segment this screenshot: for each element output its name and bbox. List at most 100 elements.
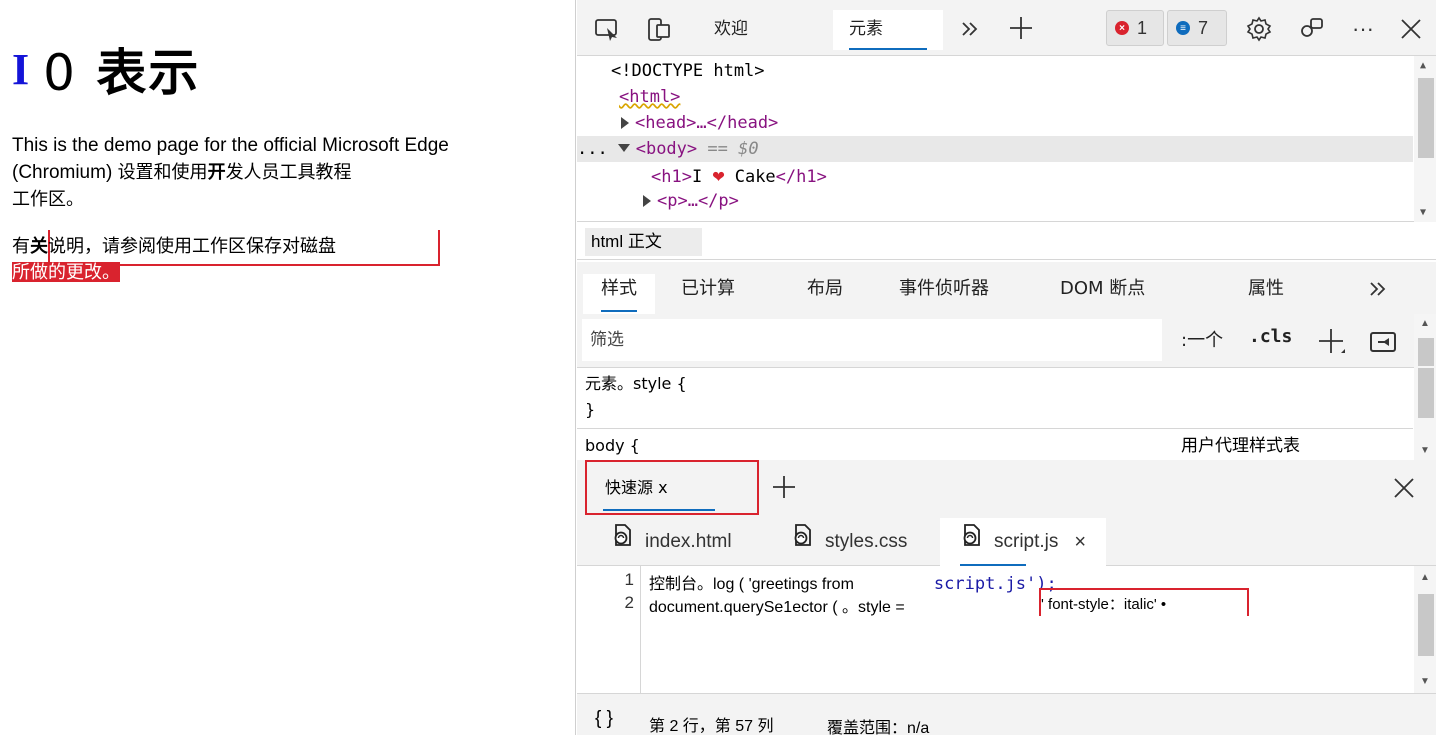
close-devtools-icon[interactable] — [1395, 13, 1427, 45]
add-drawer-tab-icon[interactable] — [769, 472, 799, 502]
dom-h1[interactable]: <h1>I ❤ Cake</h1> — [651, 162, 1436, 188]
rule-close-brace: } — [585, 400, 596, 419]
errors-badge[interactable]: × 1 — [1106, 10, 1164, 46]
coverage-status: 覆盖范围：n/a — [827, 720, 930, 735]
collapse-icon[interactable] — [617, 144, 630, 152]
tab-properties[interactable]: 属性 — [1248, 274, 1284, 314]
heading-zero: 0 — [43, 44, 77, 102]
tab-elements[interactable]: 元素 — [833, 10, 943, 50]
expand-icon[interactable] — [643, 195, 651, 207]
body-rule[interactable]: body { — [585, 434, 640, 458]
code-line-1[interactable]: 控制台。log ( 'greetings from script.js'); — [649, 570, 1057, 594]
devtools-toolbar: 欢迎 元素 × 1 ≡ 7 ··· — [577, 0, 1436, 56]
hover-state-button[interactable]: :一个 — [1181, 326, 1223, 352]
styles-scrollbar[interactable]: ▲ — [1414, 314, 1436, 368]
more-tabs-icon[interactable] — [1365, 276, 1391, 302]
file-tab-script[interactable]: script.js × — [940, 518, 1107, 566]
file-tab-index[interactable]: index.html — [603, 518, 740, 566]
cls-button[interactable]: .cls — [1249, 326, 1292, 347]
file-sync-icon — [791, 519, 815, 565]
file-name: script.js — [994, 531, 1059, 552]
tab-computed[interactable]: 已计算 — [681, 274, 735, 314]
code-line-2[interactable]: document.querySe1ector ( 。style = ' font-… — [649, 593, 1166, 617]
note-highlight: 所做的更改。 — [12, 262, 120, 282]
breadcrumb-item[interactable]: html 正文 — [585, 228, 702, 256]
file-sync-icon — [611, 519, 635, 565]
new-rule-icon[interactable] — [1315, 326, 1349, 358]
status-bar: { } 第 2 行，第 57 列 覆盖范围：n/a — [577, 693, 1436, 735]
tab-event-listeners[interactable]: 事件侦听器 — [899, 274, 989, 314]
code-text: 控制台。log ( 'greetings from — [649, 576, 854, 593]
heading-rest: 表示 — [96, 44, 201, 102]
inspect-element-icon[interactable] — [591, 14, 623, 46]
more-tabs-icon[interactable] — [955, 14, 985, 44]
breadcrumb-body: 正文 — [627, 232, 662, 251]
annotation-box — [1039, 588, 1249, 616]
head-tag: <head>…</head> — [635, 113, 779, 133]
tab-dom-breakpoints[interactable]: DOM 断点 — [1060, 274, 1145, 314]
dom-tree: <!DOCTYPE html> <html> <head>…</head> ..… — [577, 56, 1436, 222]
file-tab-styles[interactable]: styles.css — [783, 518, 915, 566]
styles-scrollbar-lower[interactable]: ▼ — [1414, 368, 1436, 460]
code-scrollbar[interactable]: ▲ ▼ — [1414, 566, 1436, 693]
h1-close-tag: </h1> — [775, 167, 827, 187]
file-name: index.html — [645, 531, 732, 552]
close-file-icon[interactable]: × — [1074, 519, 1086, 565]
selected-marker: == $0 — [697, 139, 759, 159]
note-prefix: 有 — [12, 236, 30, 256]
tab-quick-source[interactable]: 快速源 x — [585, 460, 759, 515]
breadcrumb: html 正文 — [577, 222, 1436, 260]
more-options-icon[interactable]: ··· — [1347, 13, 1379, 45]
toggle-sidebar-icon[interactable] — [1367, 326, 1399, 358]
dom-body-selected[interactable]: ... <body> == $0 — [577, 136, 1413, 162]
feedback-icon[interactable] — [1295, 13, 1327, 45]
file-sync-icon — [960, 519, 984, 565]
intro-paragraph: This is the demo page for the official M… — [12, 133, 482, 213]
gear-icon[interactable] — [1243, 13, 1275, 45]
filter-input[interactable] — [582, 319, 1162, 361]
cursor-position: 第 2 行，第 57 列 — [649, 718, 774, 735]
messages-badge[interactable]: ≡ 7 — [1167, 10, 1227, 46]
h1-text-b: Cake — [724, 167, 776, 187]
p-tag: <p>…</p> — [657, 191, 739, 211]
device-emulation-icon[interactable] — [643, 14, 675, 46]
messages-count: 7 — [1198, 17, 1209, 38]
note-paragraph: 有关说明，请参阅使用工作区保存对磁盘所做的更改。 — [12, 233, 452, 285]
devtools-panel: 欢迎 元素 × 1 ≡ 7 ··· <!DOCTYPE html> <html> <… — [577, 0, 1436, 735]
note-bold: 关 — [30, 236, 48, 256]
note-link[interactable]: 说明，请参阅使用工作区保存对磁盘 — [48, 236, 336, 256]
code-text: document.querySe1ector ( 。style = — [649, 599, 905, 616]
heading-i: I — [12, 45, 30, 94]
close-drawer-icon[interactable] — [1390, 474, 1418, 502]
tab-layout[interactable]: 布局 — [807, 274, 843, 314]
add-tab-icon[interactable] — [1005, 12, 1037, 44]
expand-icon[interactable] — [621, 117, 629, 129]
user-agent-label: 用户代理样式表 — [1181, 436, 1300, 456]
pretty-print-button[interactable]: { } — [595, 708, 613, 730]
file-tabbar: index.html styles.css script.js × — [577, 518, 1436, 566]
dom-scrollbar[interactable]: ▲ ▼ — [1414, 56, 1436, 222]
file-name: styles.css — [825, 531, 908, 552]
style-rules: 元素。style { } body { 用户代理样式表 ▼ — [577, 368, 1436, 460]
tab-styles[interactable]: 样式 — [583, 274, 655, 314]
element-style-rule[interactable]: 元素。style { — [585, 372, 687, 396]
line-gutter: 1 2 — [577, 566, 641, 693]
dom-doctype[interactable]: <!DOCTYPE html> — [611, 58, 1436, 84]
h1-open-tag: <h1> — [651, 167, 692, 187]
dom-head[interactable]: <head>…</head> — [621, 110, 1436, 136]
styles-filter-bar: :一个 .cls ▲ — [577, 314, 1436, 368]
breadcrumb-html: html — [591, 232, 624, 251]
drawer-tabbar: 快速源 x — [577, 460, 1436, 518]
tab-welcome[interactable]: 欢迎 — [698, 10, 764, 50]
intro-cjk-a: 设置和使用 — [117, 162, 208, 182]
intro-bold: 开 — [207, 162, 226, 182]
code-editor[interactable]: 1 2 控制台。log ( 'greetings from script.js')… — [577, 566, 1436, 693]
dom-html[interactable]: <html> — [619, 84, 1436, 110]
error-icon: × — [1115, 21, 1129, 35]
styles-tabbar: 样式 已计算 布局 事件侦听器 DOM 断点 属性 — [577, 262, 1436, 314]
dom-p[interactable]: <p>…</p> — [643, 188, 1436, 214]
line-number: 2 — [624, 593, 634, 612]
intro-cjk-b: 发人员工具教程 — [225, 162, 352, 182]
dom-dots[interactable]: ... — [577, 139, 608, 159]
h1-text-a: I — [691, 167, 713, 187]
